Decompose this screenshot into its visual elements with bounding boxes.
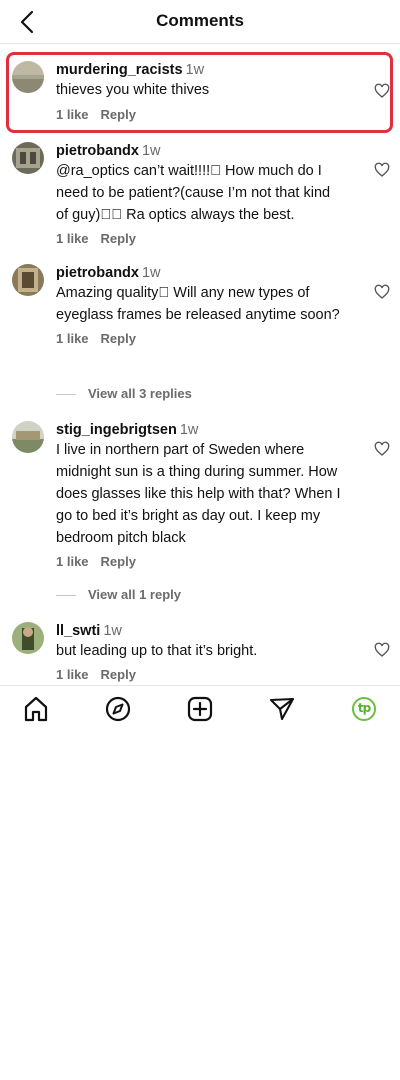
heart-icon[interactable]: [374, 162, 390, 178]
comment-text: @ra_optics can’t wait!!!!  How much do I…: [56, 163, 331, 223]
comment-time: 1w: [103, 623, 122, 639]
comment-text: Amazing quality  Will any new types of e…: [56, 285, 340, 323]
create-icon[interactable]: [185, 694, 215, 724]
divider-line: [56, 394, 76, 396]
comment-body: ll_swti 1w but leading up to that it’s br…: [56, 622, 346, 682]
comment-time: 1w: [141, 143, 161, 159]
comment-time: 1w: [141, 265, 161, 281]
username[interactable]: murdering_racists: [56, 62, 183, 78]
heart-icon[interactable]: [374, 441, 390, 457]
heart-icon[interactable]: [374, 284, 390, 300]
username[interactable]: pietrobandx: [56, 143, 139, 159]
avatar[interactable]: [12, 142, 44, 174]
header: Comments: [0, 0, 400, 44]
comment-text: thieves you white thives: [56, 82, 210, 98]
comment-body: pietrobandx 1w Amazing quality  Will any …: [56, 264, 346, 346]
like-count[interactable]: 1 like: [56, 231, 89, 246]
username[interactable]: ll_swti: [56, 623, 100, 639]
page-title: Comments: [156, 11, 244, 30]
comment-time: 1w: [185, 62, 205, 78]
username[interactable]: stig_ingebrigtsen: [56, 422, 177, 438]
view-replies-button[interactable]: View all 1 reply: [56, 587, 181, 602]
view-replies-button[interactable]: View all 3 replies: [56, 386, 192, 401]
comment-body: murdering_racists 1w thieves you white th…: [56, 61, 346, 122]
comment-text: but leading up to that it’s bright.: [56, 643, 258, 659]
comment-text: I live in northern part of Sweden where …: [56, 442, 341, 546]
reply-button[interactable]: Reply: [101, 331, 136, 346]
reply-button[interactable]: Reply: [101, 554, 136, 569]
bottom-tab-bar: tp: [0, 685, 400, 731]
avatar[interactable]: [12, 421, 44, 453]
avatar[interactable]: [12, 622, 44, 654]
divider-line: [56, 595, 76, 597]
comment-body: stig_ingebrigtsen 1w I live in northern p…: [56, 421, 346, 569]
reply-button[interactable]: Reply: [101, 107, 136, 122]
heart-icon[interactable]: [374, 83, 390, 99]
explore-icon[interactable]: [103, 694, 133, 724]
username[interactable]: pietrobandx: [56, 265, 139, 281]
avatar[interactable]: [12, 61, 44, 93]
heart-icon[interactable]: [374, 642, 390, 658]
comment-time: 1w: [179, 422, 199, 438]
profile-avatar[interactable]: tp: [352, 697, 376, 721]
view-replies-label: View all 1 reply: [88, 587, 181, 602]
home-icon[interactable]: [21, 694, 51, 724]
direct-message-icon[interactable]: [267, 694, 297, 724]
reply-button[interactable]: Reply: [101, 231, 136, 246]
reply-button[interactable]: Reply: [101, 667, 136, 682]
like-count[interactable]: 1 like: [56, 107, 89, 122]
like-count[interactable]: 1 like: [56, 667, 89, 682]
view-replies-label: View all 3 replies: [88, 386, 192, 401]
comment-body: pietrobandx 1w @ra_optics can’t wait!!!! …: [56, 142, 346, 246]
avatar[interactable]: [12, 264, 44, 296]
like-count[interactable]: 1 like: [56, 554, 89, 569]
like-count[interactable]: 1 like: [56, 331, 89, 346]
